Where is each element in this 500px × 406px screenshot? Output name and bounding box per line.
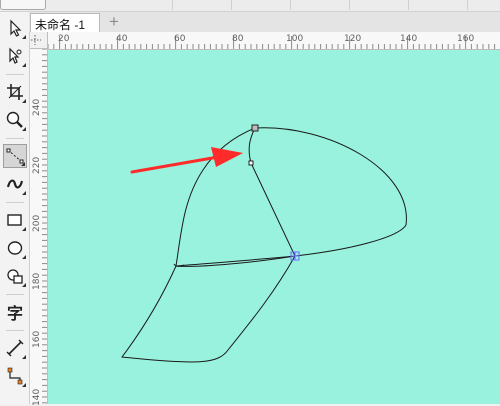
ruler-h-label: 60 <box>174 34 186 44</box>
new-tab-button[interactable]: + <box>105 13 123 30</box>
top-toolbar-strip <box>0 0 500 12</box>
toolbar-separator <box>467 0 468 10</box>
ruler-h-label: 20 <box>58 34 70 44</box>
ruler-v-label: 180 <box>32 272 42 290</box>
horizontal-ruler[interactable]: 20 40 60 80 100 120 140 160 <box>48 32 500 50</box>
ruler-h-label: 40 <box>116 34 128 44</box>
curve-node-selected <box>290 251 300 261</box>
cap-drawing <box>121 124 407 363</box>
zoom-tool[interactable] <box>3 108 27 132</box>
curve-node-seam <box>248 160 254 166</box>
drawing-canvas[interactable] <box>48 50 500 404</box>
vertical-ruler[interactable]: 240 220 200 180 160 140 <box>30 49 48 406</box>
ruler-v-label: 140 <box>32 388 42 406</box>
ruler-origin-icon <box>31 35 41 45</box>
annotation-arrow <box>130 147 243 174</box>
toolbar-separator <box>290 0 291 10</box>
pick-tool[interactable] <box>3 16 27 40</box>
text-tool-icon: 字 <box>6 304 23 323</box>
document-tab[interactable]: 未命名 -1 <box>30 13 100 32</box>
ruler-origin[interactable] <box>30 32 48 49</box>
toolbar-button[interactable] <box>0 0 46 10</box>
toolbar-separator <box>349 0 350 10</box>
dimension-tool[interactable] <box>3 336 27 360</box>
polygon-tool[interactable] <box>3 264 27 288</box>
artistic-media-tool[interactable] <box>3 172 27 196</box>
ruler-v-label: 240 <box>32 98 42 116</box>
curve-node-top <box>251 124 259 132</box>
document-tab-bar: 未命名 -1 + <box>29 12 500 33</box>
text-tool[interactable]: 字 <box>3 300 27 324</box>
connector-tool[interactable] <box>3 364 27 388</box>
cap-brim-curve <box>121 255 296 363</box>
toolbar-separator <box>408 0 409 10</box>
ruler-h-label: 120 <box>344 34 362 44</box>
crop-tool[interactable] <box>3 80 27 104</box>
ellipse-tool[interactable] <box>3 236 27 260</box>
shape-tool[interactable] <box>3 44 27 68</box>
ruler-v-label: 200 <box>32 214 42 232</box>
ruler-h-label: 80 <box>232 34 244 44</box>
ruler-h-label: 160 <box>457 34 475 44</box>
freehand-tool[interactable] <box>3 144 27 168</box>
ruler-v-label: 160 <box>32 330 42 348</box>
ruler-v-label: 220 <box>32 156 42 174</box>
cap-crown-curve <box>175 127 407 267</box>
cap-seam-curve <box>248 127 296 257</box>
ruler-h-label: 140 <box>400 34 418 44</box>
toolbar-separator <box>172 0 173 10</box>
ruler-h-label: 100 <box>286 34 304 44</box>
toolbar-separator <box>231 0 232 10</box>
rectangle-tool[interactable] <box>3 208 27 232</box>
toolbox: 字 <box>0 12 30 404</box>
